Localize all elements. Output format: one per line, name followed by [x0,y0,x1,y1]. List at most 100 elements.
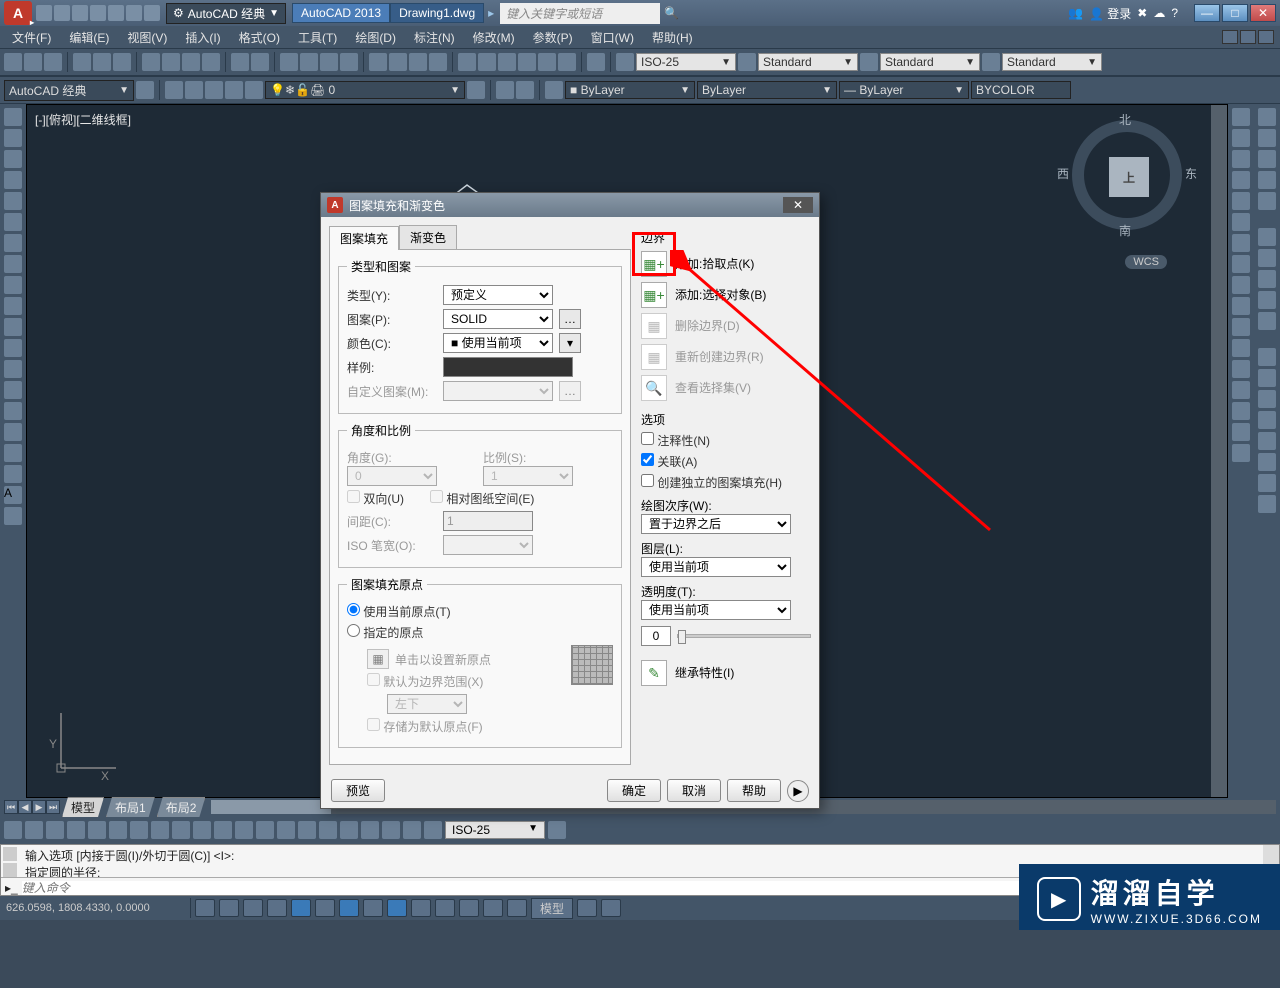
viewcube-n[interactable]: 北 [1119,111,1131,128]
menu-window[interactable]: 窗口(W) [585,27,640,48]
ws-settings-icon[interactable] [136,81,154,99]
tpy-toggle[interactable] [435,899,455,917]
osnap-toggle[interactable] [291,899,311,917]
chamfer-icon[interactable] [1232,381,1250,399]
viewcube-e[interactable]: 东 [1185,165,1197,182]
qp-toggle[interactable] [459,899,479,917]
more-options-button[interactable]: ▶ [787,780,809,802]
color-dropdown[interactable]: ■ ByLayer▼ [565,81,695,99]
zoom-icon[interactable] [300,53,318,71]
menu-parametric[interactable]: 参数(P) [527,27,579,48]
am-toggle[interactable] [507,899,527,917]
addsel-icon[interactable] [4,507,22,525]
linetype-dropdown[interactable]: ByLayer▼ [697,81,837,99]
tablestyle-dropdown[interactable]: Standard▼ [1002,53,1102,71]
diminspect-icon[interactable] [319,821,337,839]
add-select-button[interactable]: ▦+ 添加:选择对象(B) [641,282,811,308]
maximize-button[interactable]: □ [1222,4,1248,22]
table-icon[interactable] [4,465,22,483]
ts-icon[interactable] [738,53,756,71]
viewport-label[interactable]: [-][俯视][二维线框] [35,111,131,128]
rotate-icon[interactable] [1232,234,1250,252]
cmd-grip-icon[interactable] [3,847,17,861]
ssm-icon[interactable] [518,53,536,71]
stretch-icon[interactable] [1232,276,1250,294]
ssm2-icon[interactable] [1258,411,1276,429]
menu-view[interactable]: 视图(V) [121,27,173,48]
zoomext-icon[interactable] [340,53,358,71]
menu-format[interactable]: 格式(O) [233,27,286,48]
dimlinear-icon[interactable] [4,821,22,839]
help-icon[interactable] [587,53,605,71]
cmd-close-icon[interactable] [3,863,17,877]
dimbreak-icon[interactable] [256,821,274,839]
dimoverride-icon[interactable] [548,821,566,839]
dialog-titlebar[interactable]: A 图案填充和渐变色 ✕ [321,193,819,217]
dimarc-icon[interactable] [46,821,64,839]
showmotion-icon[interactable] [1258,192,1276,210]
open-icon[interactable] [54,5,70,21]
coordinates-readout[interactable]: 626.0598, 1808.4330, 0.0000 [6,902,186,914]
transparency-value[interactable] [641,626,671,646]
menu-dimension[interactable]: 标注(N) [408,27,461,48]
spline-icon[interactable] [4,276,22,294]
rectangle-icon[interactable] [4,192,22,210]
dimstyle-dropdown[interactable]: ISO-25▼ [636,53,736,71]
pattern-dropdown[interactable]: SOLID [443,309,553,329]
dimstyle-icon[interactable] [424,821,442,839]
explode-icon[interactable] [1232,444,1250,462]
layeriso-icon[interactable] [165,81,183,99]
revcloud-icon[interactable] [4,255,22,273]
menu-help[interactable]: 帮助(H) [646,27,699,48]
new-icon[interactable] [36,5,52,21]
plot-icon[interactable] [73,53,91,71]
transparency-slider[interactable] [677,634,811,638]
mdi-restore[interactable] [1240,30,1256,44]
orbit2-icon[interactable] [1258,171,1276,189]
qc-icon[interactable] [558,53,576,71]
qc2-icon[interactable] [1258,390,1276,408]
circle-icon[interactable] [4,234,22,252]
cancel-button[interactable]: 取消 [667,779,721,802]
transparency-dropdown[interactable]: 使用当前项 [641,600,791,620]
ucsview-icon[interactable] [1258,228,1276,246]
cloud-icon[interactable] [496,81,514,99]
break-icon[interactable] [1232,339,1250,357]
help-search-input[interactable]: 键入关键字或短语 [500,3,660,24]
preview-button[interactable]: 预览 [331,779,385,802]
dimjogline-icon[interactable] [340,821,358,839]
ellipse-icon[interactable] [4,297,22,315]
mdi-close[interactable] [1258,30,1274,44]
layer-dropdown[interactable]: 💡❄🔓🖨 0▼ [265,81,465,99]
textstyle2-dropdown[interactable]: Standard▼ [880,53,980,71]
tolerance-icon[interactable] [277,821,295,839]
save-icon[interactable] [72,5,88,21]
redo-icon[interactable] [251,53,269,71]
publish-icon[interactable] [113,53,131,71]
tab-model[interactable]: 模型 [62,797,104,817]
3dosnap-toggle[interactable] [315,899,335,917]
tbl-icon[interactable] [982,53,1000,71]
dc2-icon[interactable] [1258,453,1276,471]
extend-icon[interactable] [1232,318,1250,336]
layer-dropdown-dlg[interactable]: 使用当前项 [641,557,791,577]
color-bg-button[interactable]: ▾ [559,333,581,353]
layeroff-icon[interactable] [205,81,223,99]
dimtedit-icon[interactable] [382,821,400,839]
saveas-icon[interactable] [90,5,106,21]
new-icon[interactable] [4,53,22,71]
xline-icon[interactable] [4,129,22,147]
dimspace-icon[interactable] [235,821,253,839]
undo-icon[interactable] [231,53,249,71]
layeron-icon[interactable] [185,81,203,99]
region-icon[interactable] [4,444,22,462]
lineweight-dropdown[interactable]: — ByLayer▼ [839,81,969,99]
radio-current-origin[interactable] [347,603,360,616]
line-icon[interactable] [4,108,22,126]
tab-nav-next[interactable]: ▶ [32,800,46,814]
namedview-icon[interactable] [1258,270,1276,288]
copy-icon[interactable] [1232,129,1250,147]
insert-icon[interactable] [4,339,22,357]
dimaligned-icon[interactable] [25,821,43,839]
dist-icon[interactable] [369,53,387,71]
